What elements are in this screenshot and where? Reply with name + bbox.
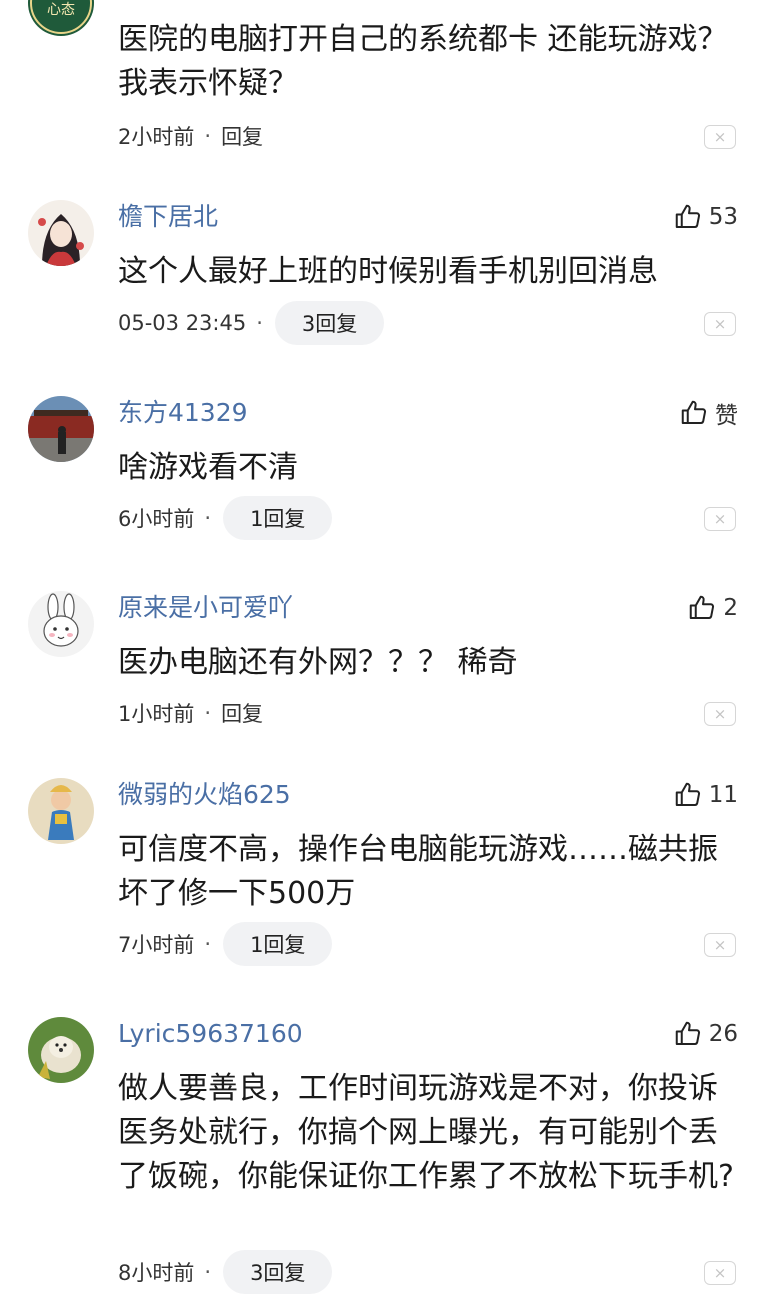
- meta-separator: ·: [204, 1260, 212, 1284]
- thumbs-up-icon: [675, 204, 700, 228]
- comment-text: 医院的电脑打开自己的系统都卡 还能玩游戏？我表示怀疑？: [118, 22, 728, 101]
- replies-button[interactable]: 1回复: [223, 496, 333, 540]
- thumbs-up-icon: [690, 595, 715, 619]
- username[interactable]: Lyric59637160: [118, 1017, 303, 1051]
- meta-separator: ·: [204, 124, 212, 148]
- like-button[interactable]: 2: [687, 591, 738, 625]
- comment-time: 6小时前: [118, 507, 195, 531]
- avatar[interactable]: [28, 1017, 94, 1083]
- comment-text: 可信度不高，操作台电脑能玩游戏……磁共振坏了修一下500万: [118, 832, 718, 911]
- comment-time: 1小时前: [118, 702, 195, 726]
- comment-text: 医办电脑还有外网？？？ 稀奇: [118, 645, 518, 680]
- close-icon[interactable]: ×: [704, 125, 736, 149]
- close-icon[interactable]: ×: [704, 933, 736, 957]
- avatar[interactable]: 心态: [28, 0, 94, 36]
- like-button[interactable]: 赞: [679, 396, 738, 430]
- like-button[interactable]: 26: [673, 1017, 738, 1051]
- meta-separator: ·: [256, 311, 263, 335]
- character-avatar-image: [28, 778, 94, 844]
- comment-meta: 7小时前 · 1回复: [118, 922, 333, 966]
- comment-text: 啥游戏看不清: [118, 450, 298, 485]
- reply-button[interactable]: 回复: [221, 121, 263, 151]
- avatar[interactable]: [28, 778, 94, 844]
- like-button[interactable]: 53: [673, 200, 738, 234]
- avatar[interactable]: [28, 200, 94, 266]
- comment-meta: 6小时前 · 1回复: [118, 496, 333, 540]
- comment-text: 做人要善良，工作时间玩游戏是不对，你投诉医务处就行，你搞个网上曝光，有可能别个丢…: [118, 1071, 734, 1194]
- badge-avatar-image: 心态: [28, 0, 94, 36]
- avatar[interactable]: [28, 591, 94, 657]
- comment-meta: 05-03 23:45 · 3回复: [118, 301, 385, 345]
- meta-separator: ·: [204, 701, 212, 725]
- close-icon[interactable]: ×: [704, 312, 736, 336]
- building-avatar-image: [28, 396, 94, 462]
- comment-meta: 1小时前 · 回复: [118, 691, 263, 735]
- comment-time: 2小时前: [118, 125, 195, 149]
- username[interactable]: 东方41329: [118, 396, 248, 430]
- meta-separator: ·: [204, 506, 212, 530]
- avatar[interactable]: [28, 396, 94, 462]
- reply-button[interactable]: 回复: [221, 698, 263, 728]
- badge-avatar-text: 心态: [47, 2, 75, 18]
- comment-time: 7小时前: [118, 933, 195, 957]
- comment-time: 05-03 23:45: [118, 311, 247, 335]
- like-count: 53: [708, 204, 738, 230]
- replies-button[interactable]: 1回复: [223, 922, 333, 966]
- close-icon[interactable]: ×: [704, 1261, 736, 1285]
- comment-time: 8小时前: [118, 1261, 195, 1285]
- thumbs-up-icon: [675, 1021, 700, 1045]
- like-label: 赞: [715, 403, 738, 429]
- close-icon[interactable]: ×: [704, 702, 736, 726]
- username[interactable]: 檐下居北: [118, 200, 218, 234]
- like-count: 26: [708, 1021, 738, 1047]
- comment-text: 这个人最好上班的时候别看手机别回消息: [118, 254, 658, 289]
- like-count: 11: [708, 782, 738, 808]
- thumbs-up-icon: [675, 782, 700, 806]
- like-count: 2: [723, 595, 738, 621]
- rabbit-avatar-image: [28, 591, 94, 657]
- girl-avatar-image: [28, 200, 94, 266]
- thumbs-up-icon: [681, 400, 707, 424]
- username[interactable]: 原来是小可爱吖: [118, 591, 293, 625]
- like-button[interactable]: 11: [673, 778, 738, 812]
- meta-separator: ·: [204, 932, 212, 956]
- comment-meta: 8小时前 · 3回复: [118, 1250, 333, 1294]
- close-icon[interactable]: ×: [704, 507, 736, 531]
- replies-button[interactable]: 3回复: [274, 301, 385, 345]
- dog-avatar-image: [28, 1017, 94, 1083]
- replies-button[interactable]: 3回复: [223, 1250, 333, 1294]
- username[interactable]: 微弱的火焰625: [118, 778, 291, 812]
- comment-meta: 2小时前 · 回复: [118, 114, 263, 158]
